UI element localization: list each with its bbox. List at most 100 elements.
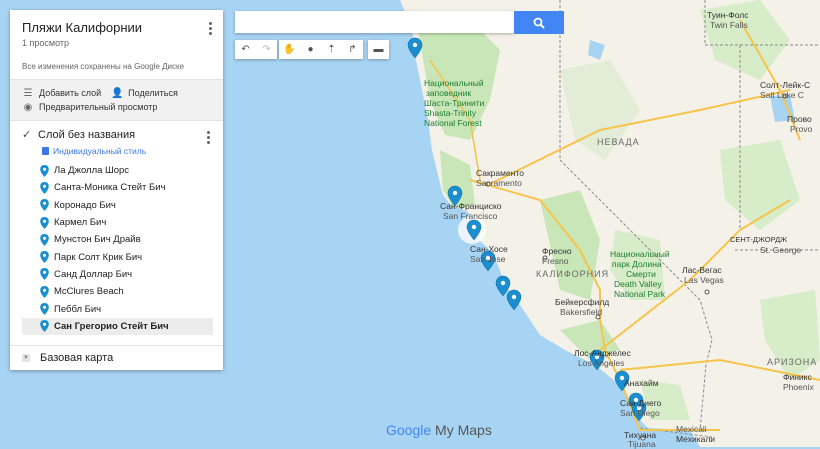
more-options-icon[interactable]	[209, 22, 213, 37]
map-label: Фресно	[542, 246, 572, 256]
add-marker-icon[interactable]: ●	[300, 40, 321, 59]
map-label: Las Vegas	[684, 275, 724, 285]
map-label: Provo	[790, 124, 813, 134]
list-item[interactable]: Пеббл Бич	[22, 300, 211, 317]
map-label: Финикс	[783, 372, 812, 382]
marker-icon	[40, 164, 49, 177]
draw-line-icon[interactable]: ⇡	[321, 40, 342, 59]
map-tools-group: ✋ ● ⇡ ↱	[279, 40, 363, 59]
map-label: Tijuana	[628, 439, 656, 449]
layer-visibility-checkbox[interactable]: ✓	[22, 130, 32, 141]
place-name: Сан Грегорио Стейт Бич	[54, 320, 169, 332]
map-label: АРИЗОНА	[767, 357, 818, 367]
map-label: Sacramento	[476, 178, 522, 188]
undo-redo-group: ↶ ↷	[235, 40, 277, 59]
place-name: Ла Джолла Шорс	[54, 165, 130, 177]
layers-icon: ☰	[23, 87, 33, 99]
directions-icon[interactable]: ↱	[342, 40, 363, 59]
map-label: Бейкерсфилд	[555, 297, 610, 307]
map-label: Лас-Вегас	[682, 265, 722, 275]
map-label: National Forest	[424, 118, 482, 128]
map-label: San Francisco	[443, 211, 498, 221]
search-input[interactable]	[235, 11, 514, 33]
undo-icon[interactable]: ↶	[235, 40, 256, 59]
map-label: Death Valley	[614, 279, 662, 289]
place-name: Пеббл Бич	[54, 303, 102, 315]
map-label: НЕВАДА	[597, 137, 640, 147]
layer-name[interactable]: Слой без названия	[38, 129, 135, 141]
list-item[interactable]: Ла Джолла Шорс	[22, 162, 211, 179]
map-title[interactable]: Пляжи Калифорнии	[22, 20, 211, 35]
map-label: Прово	[787, 114, 812, 124]
marker-icon	[40, 285, 49, 298]
map-label: Salt Lake C	[760, 90, 804, 100]
eye-icon: ◉	[23, 101, 33, 113]
map-sidebar: Пляжи Калифорнии 1 просмотр Все изменени…	[10, 10, 223, 370]
layer-options-icon[interactable]	[207, 131, 211, 146]
map-label: Сан-Диего	[620, 398, 662, 408]
hand-icon[interactable]: ✋	[279, 40, 300, 59]
list-item[interactable]: Санта-Моника Стейт Бич	[22, 179, 211, 196]
map-label: Сакраменто	[476, 168, 524, 178]
map-label: Сан-Хосе	[470, 244, 508, 254]
list-item[interactable]: McClures Beach	[22, 283, 211, 300]
place-name: McClures Beach	[54, 286, 124, 298]
marker-icon	[40, 303, 49, 316]
map-label: Сан-Франциско	[440, 201, 502, 211]
expand-icon: ▼	[22, 353, 30, 362]
map-label: парк Долина	[612, 259, 662, 269]
style-button[interactable]: Индивидуальный стиль	[42, 146, 211, 156]
add-person-icon: 👤	[110, 87, 124, 99]
map-label: Национальный	[424, 78, 484, 88]
view-count: 1 просмотр	[22, 38, 70, 48]
map-label: Phoenix	[783, 382, 814, 392]
marker-icon	[40, 320, 49, 333]
measure-group: ▬	[368, 40, 389, 59]
base-map-label: Базовая карта	[40, 351, 114, 364]
base-map-toggle[interactable]: ▼ Базовая карта	[10, 344, 223, 370]
google-wordmark: Google	[386, 422, 432, 438]
places-list: Ла Джолла Шорс Санта-Моника Стейт Бич Ко…	[22, 162, 213, 335]
add-layer-button[interactable]: Добавить слой	[39, 88, 101, 98]
map-label: Fresno	[542, 256, 569, 266]
marker-icon	[40, 181, 49, 194]
map-label: Шаста-Тринити	[424, 98, 485, 108]
map-label: St. George	[760, 245, 802, 255]
place-name: Санта-Моника Стейт Бич	[54, 182, 166, 194]
preview-button[interactable]: Предварительный просмотр	[39, 102, 157, 112]
map-label: КАЛИФОРНИЯ	[536, 269, 610, 279]
marker-icon	[40, 251, 49, 264]
search-button[interactable]	[514, 11, 564, 34]
place-name: Санд Доллар Бич	[54, 268, 133, 280]
style-label: Индивидуальный стиль	[53, 146, 147, 156]
map-label: Туин-Фолс	[707, 10, 749, 20]
list-item[interactable]: Коронадо Бич	[22, 197, 211, 214]
marker-icon	[40, 216, 49, 229]
search-icon	[533, 17, 545, 29]
list-item[interactable]: Мунстон Бич Драйв	[22, 231, 211, 248]
place-name: Парк Солт Крик Бич	[54, 251, 143, 263]
list-item[interactable]: Парк Солт Крик Бич	[22, 248, 211, 265]
list-item[interactable]: Кармел Бич	[22, 214, 211, 231]
map-label: Shasta-Trinity	[424, 108, 477, 118]
list-item-selected[interactable]: Сан Грегорио Стейт Бич	[22, 317, 213, 335]
redo-icon[interactable]: ↷	[256, 40, 277, 59]
share-button[interactable]: Поделиться	[128, 88, 178, 98]
map-label: San Diego	[620, 408, 660, 418]
map-header: Пляжи Калифорнии 1 просмотр Все изменени…	[10, 10, 223, 79]
ruler-icon[interactable]: ▬	[368, 40, 389, 59]
map-label: Los Angeles	[578, 358, 625, 368]
place-name: Кармел Бич	[54, 217, 107, 229]
place-name: Мунстон Бич Драйв	[54, 234, 141, 246]
marker-icon	[40, 199, 49, 212]
place-name: Коронадо Бич	[54, 199, 116, 211]
map-label: Bakersfield	[560, 307, 603, 317]
map-label: Солт-Лейк-С	[760, 80, 811, 90]
map-label: Мехикали	[676, 434, 716, 444]
map-label: СЕНТ-ДЖОРДЖ	[730, 235, 788, 244]
google-my-maps-logo: Google My Maps	[386, 422, 492, 438]
map-label: National Park	[614, 289, 666, 299]
list-item[interactable]: Санд Доллар Бич	[22, 266, 211, 283]
my-maps-wordmark: My Maps	[435, 422, 492, 438]
map-label: Лос-Анджелес	[574, 348, 631, 358]
